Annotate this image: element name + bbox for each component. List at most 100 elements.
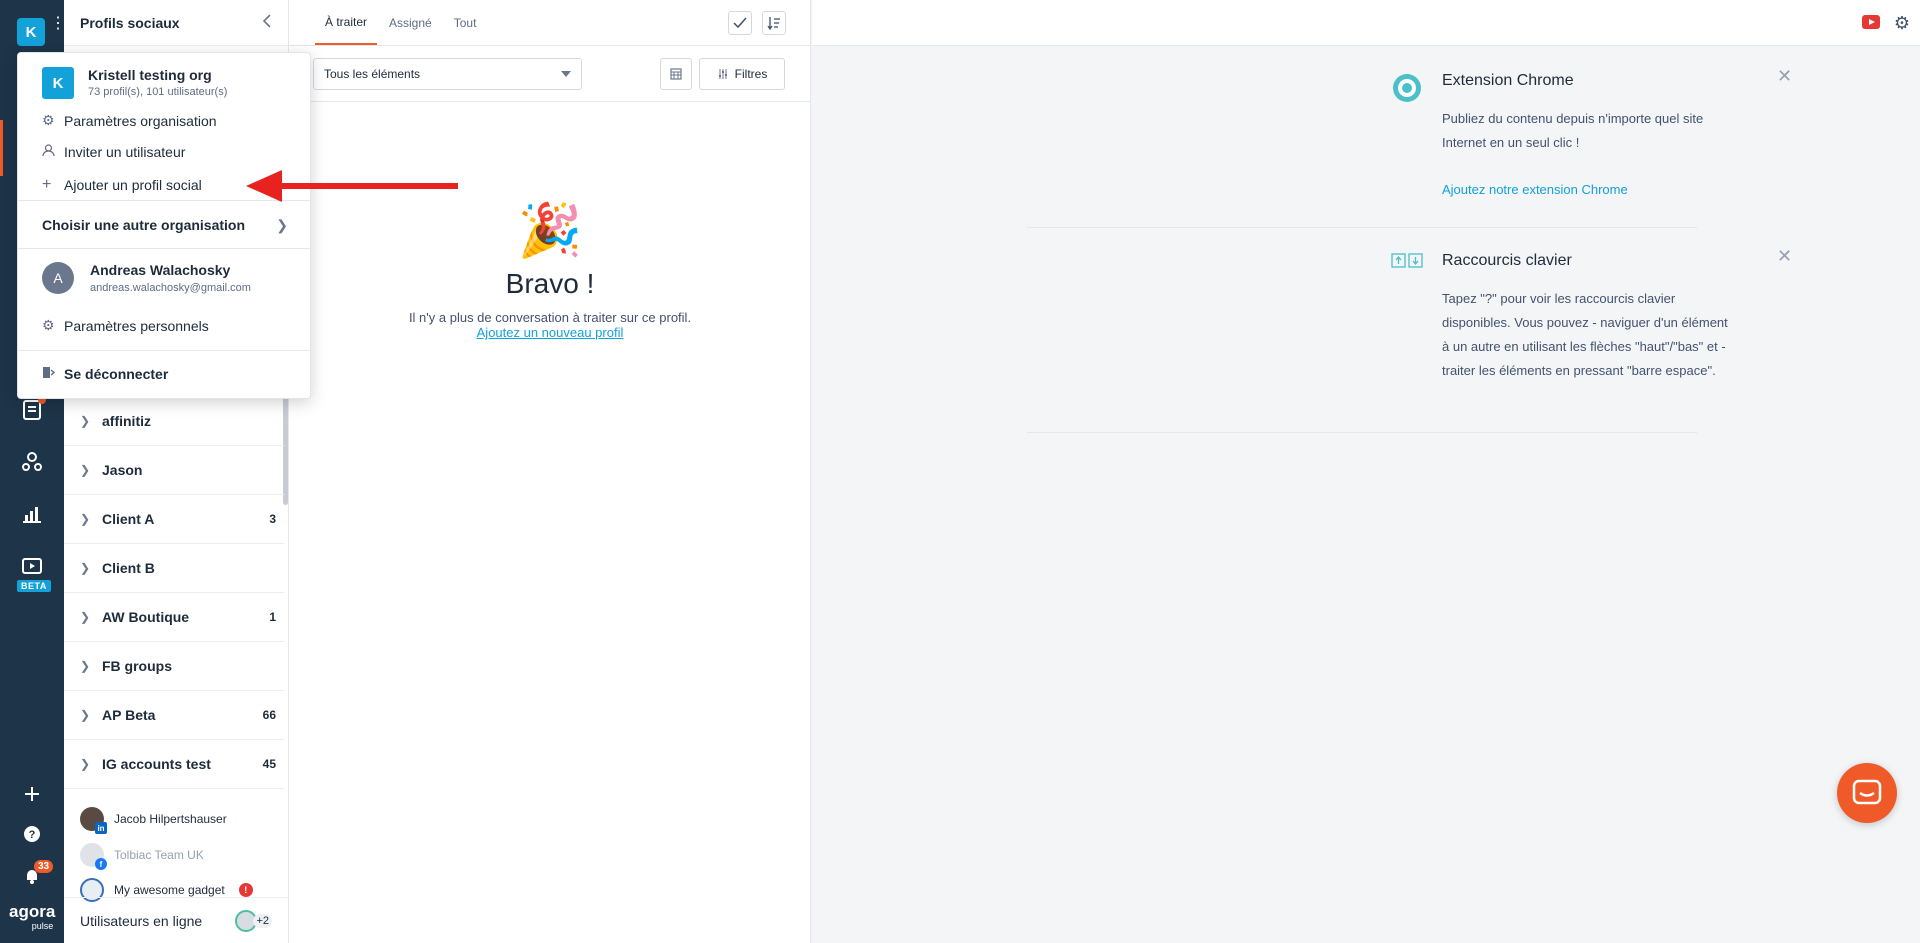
menu-item-label: Se déconnecter — [64, 366, 169, 382]
chat-launcher-button[interactable] — [1837, 763, 1897, 823]
profile-group[interactable]: ❯ Client A 3 — [64, 495, 284, 544]
group-name: affinitiz — [102, 413, 151, 429]
profile-name: Jacob Hilpertshauser — [114, 812, 227, 826]
chevron-right-icon: ❯ — [80, 414, 91, 428]
add-profile-link[interactable]: Ajoutez un nouveau profil — [289, 325, 811, 340]
chevron-right-icon: ❯ — [80, 757, 91, 771]
sort-button[interactable] — [762, 11, 786, 35]
profile-group[interactable]: ❯ IG accounts test 45 — [64, 740, 284, 789]
personal-settings-item[interactable]: ⚙ Paramètres personnels — [42, 317, 209, 334]
group-name: FB groups — [102, 658, 172, 674]
reports-icon[interactable] — [16, 498, 48, 530]
group-count: 1 — [269, 610, 276, 624]
calendar-icon — [670, 68, 682, 80]
notifications-badge: 33 — [34, 860, 54, 873]
online-users-avatars[interactable]: +2 — [235, 909, 272, 932]
org-subtitle: 73 profil(s), 101 utilisateur(s) — [88, 86, 228, 98]
youtube-icon[interactable] — [1862, 15, 1880, 29]
chevron-right-icon: ❯ — [276, 217, 288, 233]
filter-bar: Tous les éléments Filtres — [289, 46, 810, 102]
plus-icon[interactable] — [16, 778, 48, 810]
empty-message: Il n'y a plus de conversation à traiter … — [408, 310, 692, 325]
chrome-extension-tip: Extension Chrome Publiez du contenu depu… — [1027, 46, 1792, 228]
avatar: f — [80, 843, 107, 870]
collapse-icon[interactable] — [262, 14, 272, 31]
invite-user-item[interactable]: Inviter un utilisateur — [42, 144, 185, 160]
kebab-menu-icon[interactable]: ⋮ — [50, 16, 66, 32]
profile-item[interactable]: in Jacob Hilpertshauser — [80, 807, 227, 834]
linkedin-icon: in — [95, 822, 107, 834]
items-select[interactable]: Tous les éléments — [313, 58, 582, 90]
chrome-icon — [1391, 72, 1423, 107]
group-name: AP Beta — [102, 707, 156, 723]
profile-name: My awesome gadget — [114, 883, 225, 897]
logout-item[interactable]: Se déconnecter — [42, 366, 168, 382]
divider — [18, 248, 311, 249]
tab-to-process[interactable]: À traiter — [315, 0, 378, 45]
agorapulse-logo: agora pulse — [9, 903, 55, 934]
menu-item-label: Inviter un utilisateur — [64, 144, 186, 160]
inbox-panel: À traiter Assigné Tout Tous les éléments… — [289, 0, 811, 943]
choose-organization-item[interactable]: Choisir une autre organisation ❯ — [42, 217, 288, 234]
chevron-right-icon: ❯ — [80, 561, 91, 575]
caret-down-icon — [561, 71, 571, 77]
group-name: Client B — [102, 560, 155, 576]
profiles-title: Profils sociaux — [80, 14, 180, 31]
tab-assigned[interactable]: Assigné — [379, 0, 442, 45]
chevron-right-icon: ❯ — [80, 512, 91, 526]
tab-tools — [728, 11, 786, 35]
group-name: AW Boutique — [102, 609, 190, 625]
error-badge: ! — [238, 883, 253, 897]
chevron-right-icon: ❯ — [80, 659, 91, 673]
right-panel: ⚙ Extension Chrome Publiez du contenu de… — [812, 0, 1920, 943]
menu-item-label: Ajouter un profil social — [64, 177, 202, 193]
users-icon[interactable] — [16, 446, 48, 478]
tip-body: Publiez du contenu depuis n'importe quel… — [1442, 111, 1704, 150]
user-email: andreas.walachosky@gmail.com — [90, 282, 251, 294]
tip-title: Extension Chrome — [1442, 72, 1574, 89]
add-social-profile-item[interactable]: + Ajouter un profil social — [42, 176, 202, 194]
plus-icon: + — [42, 176, 52, 193]
profile-group[interactable]: ❯ AP Beta 66 — [64, 691, 284, 740]
gear-icon: ⚙ — [42, 112, 55, 128]
group-count: 66 — [262, 708, 276, 722]
calendar-button[interactable] — [660, 58, 692, 90]
help-icon[interactable]: ? — [16, 818, 48, 850]
profile-item[interactable]: f Tolbiac Team UK — [80, 843, 204, 870]
chat-icon — [1852, 779, 1882, 805]
annotation-arrow — [246, 170, 458, 202]
chrome-extension-link[interactable]: Ajoutez notre extension Chrome — [1442, 182, 1628, 197]
close-icon[interactable]: ✕ — [1777, 246, 1792, 267]
profile-group[interactable]: ❯ FB groups — [64, 642, 284, 691]
party-popper-icon: 🎉 — [517, 202, 583, 260]
group-name: Jason — [102, 462, 143, 478]
profile-group[interactable]: ❯ Jason — [64, 446, 284, 495]
online-users-label: Utilisateurs en ligne — [80, 912, 203, 929]
video-icon[interactable] — [16, 550, 48, 582]
group-name: IG accounts test — [102, 756, 211, 772]
logout-icon — [42, 366, 64, 382]
close-icon[interactable]: ✕ — [1777, 66, 1792, 87]
profiles-header: Profils sociaux — [64, 0, 288, 46]
user-icon — [42, 144, 64, 160]
profile-group[interactable]: ❯ affinitiz — [64, 397, 284, 446]
top-bar: ⚙ — [812, 0, 1920, 46]
profile-group[interactable]: ❯ AW Boutique 1 — [64, 593, 284, 642]
tab-all[interactable]: Tout — [444, 0, 487, 45]
gear-icon[interactable]: ⚙ — [1894, 13, 1910, 34]
profile-group[interactable]: ❯ Client B — [64, 544, 284, 593]
organization-menu: K Kristell testing org 73 profil(s), 101… — [17, 52, 311, 399]
org-name: Kristell testing org — [88, 67, 212, 83]
keyboard-arrows-icon — [1391, 253, 1423, 272]
empty-title: Bravo ! — [505, 268, 595, 299]
active-indicator — [0, 120, 3, 176]
group-count: 45 — [262, 757, 276, 771]
filters-button[interactable]: Filtres — [699, 58, 785, 90]
org-settings-item[interactable]: ⚙ Paramètres organisation — [42, 112, 217, 129]
current-user: A Andreas Walachosky andreas.walachosky@… — [42, 262, 251, 294]
filters-label: Filtres — [734, 67, 768, 81]
logo-subtext: pulse — [31, 921, 54, 931]
checkmark-icon — [733, 17, 747, 29]
org-avatar[interactable]: K — [17, 18, 45, 46]
check-all-button[interactable] — [728, 11, 752, 35]
